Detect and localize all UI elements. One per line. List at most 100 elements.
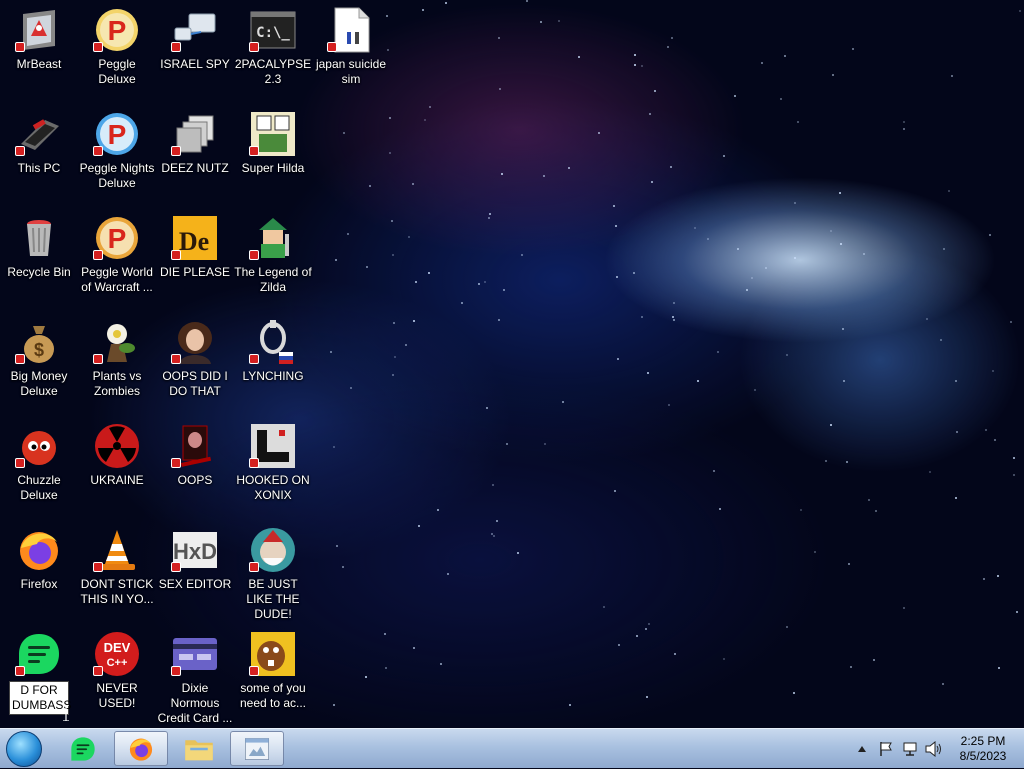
star — [405, 344, 408, 347]
star — [613, 204, 616, 207]
green-chat-icon — [71, 736, 95, 761]
taskbar-button-window[interactable] — [230, 731, 284, 766]
desktop-icon-label: Dixie Normous Credit Card ... — [157, 681, 233, 725]
star — [902, 128, 905, 131]
star — [412, 182, 415, 185]
star — [847, 563, 850, 566]
star — [868, 498, 871, 501]
star — [993, 438, 996, 441]
star — [334, 259, 337, 262]
star — [797, 121, 800, 124]
star — [388, 117, 391, 120]
star — [783, 55, 786, 58]
taskbar-button-explorer[interactable] — [172, 731, 226, 766]
star — [543, 443, 546, 446]
star — [694, 226, 697, 229]
taskbar-button-green-app[interactable] — [56, 731, 110, 766]
svg-text:P: P — [108, 223, 127, 254]
desktop-icon-firefox[interactable]: Firefox — [0, 520, 78, 624]
star — [780, 97, 783, 100]
star — [614, 224, 617, 227]
desktop-icon-vlc[interactable]: DONT STICK THIS IN YO... — [78, 520, 156, 624]
star — [335, 544, 338, 547]
star — [641, 316, 643, 319]
desktop-icon-label: Peggle World of Warcraft ... — [81, 265, 153, 294]
star — [926, 317, 929, 320]
desktop-icon-label: LYNCHING — [242, 369, 304, 383]
star — [746, 289, 749, 292]
desktop-icon-oops[interactable]: OOPS — [156, 416, 234, 520]
desktop-icon-label: BE JUST LIKE THE DUDE! — [246, 577, 300, 621]
taskbar: 2:25 PM 8/5/2023 — [0, 728, 1024, 768]
star — [941, 682, 944, 685]
star — [341, 566, 344, 569]
desktop-icon-super-hilda[interactable]: Super Hilda — [234, 104, 312, 208]
desktop-icon-die-please[interactable]: De DIE PLEASE — [156, 208, 234, 312]
desktop-icon-2pacalypse[interactable]: C:\_ 2PACALYPSE 2.3 — [234, 0, 312, 104]
desktop-icon-lynching[interactable]: LYNCHING — [234, 312, 312, 416]
star — [486, 407, 489, 410]
desktop-icon-deez-nutz[interactable]: DEEZ NUTZ — [156, 104, 234, 208]
taskbar-button-firefox[interactable] — [114, 731, 168, 766]
star — [484, 280, 487, 283]
desktop-icon-peggle-wow[interactable]: P Peggle World of Warcraft ... — [78, 208, 156, 312]
beaver-icon — [249, 630, 297, 678]
start-button[interactable] — [6, 731, 42, 767]
taskbar-clock[interactable]: 2:25 PM 8/5/2023 — [948, 734, 1018, 764]
desktop-icon-label: This PC — [17, 161, 61, 175]
desktop-icon-label: Plants vs Zombies — [92, 369, 142, 398]
desktop-icon-peggle[interactable]: P Peggle Deluxe — [78, 0, 156, 104]
desktop-icon-peggle-nights[interactable]: P Peggle Nights Deluxe — [78, 104, 156, 208]
desktop-icon-label: Peggle Deluxe — [98, 57, 136, 86]
star — [436, 509, 439, 512]
star — [785, 626, 788, 629]
star — [478, 283, 481, 286]
star — [391, 253, 394, 256]
star — [390, 219, 393, 222]
star — [668, 403, 671, 406]
star — [492, 483, 495, 486]
desktop-icon-label-edit[interactable]: D FOR DUMBASS — [9, 681, 71, 715]
volume-icon[interactable] — [925, 740, 943, 758]
show-hidden-icons-arrow-icon[interactable] — [853, 740, 871, 758]
star — [525, 0, 528, 3]
star — [422, 9, 425, 12]
desktop-icon-zilda[interactable]: The Legend of Zilda — [234, 208, 312, 312]
desktop-icon-big-money[interactable]: $ Big Money Deluxe — [0, 312, 78, 416]
desktop-icon-oops-did-i[interactable]: OOPS DID I DO THAT — [156, 312, 234, 416]
action-center-flag-icon[interactable] — [877, 740, 895, 758]
desktop-icon-recycle-bin[interactable]: Recycle Bin — [0, 208, 78, 312]
desktop-icon-xonix[interactable]: HOOKED ON XONIX — [234, 416, 312, 520]
desktop-icon-pvz[interactable]: Plants vs Zombies — [78, 312, 156, 416]
star — [364, 676, 367, 679]
desktop-icon-dixie[interactable]: Dixie Normous Credit Card ... — [156, 624, 234, 728]
desktop-icon-some-of-you[interactable]: some of you need to ac... — [234, 624, 312, 728]
star — [1019, 10, 1022, 13]
network-icon[interactable] — [901, 740, 919, 758]
desktop-icon-label: Recycle Bin — [7, 265, 71, 279]
star — [384, 666, 387, 669]
desktop-icon-ukraine[interactable]: UKRAINE — [78, 416, 156, 520]
desktop-icon-chuzzle[interactable]: Chuzzle Deluxe — [0, 416, 78, 520]
desktop-icon-dude[interactable]: BE JUST LIKE THE DUDE! — [234, 520, 312, 624]
svg-text:HxD: HxD — [173, 539, 217, 564]
star — [984, 428, 987, 431]
star — [838, 192, 841, 195]
star — [996, 575, 999, 578]
desktop-icon-this-pc[interactable]: This PC — [0, 104, 78, 208]
desktop-icon-label: HOOKED ON XONIX — [236, 473, 310, 502]
computer-icon — [15, 110, 63, 158]
star — [633, 54, 636, 57]
star — [415, 280, 418, 283]
desktop-icon-japan[interactable]: japan suicide sim — [312, 0, 390, 104]
desktop-icon-devcpp[interactable]: DEV C++ NEVER USED! — [78, 624, 156, 728]
firefox-icon — [15, 526, 63, 574]
firefox-icon — [129, 738, 153, 761]
star — [903, 607, 906, 610]
desktop-icon-sex-editor[interactable]: HxD SEX EDITOR — [156, 520, 234, 624]
desktop-icon-mrbeast[interactable]: MrBeast — [0, 0, 78, 104]
star — [982, 577, 985, 580]
star — [417, 524, 420, 527]
star — [498, 319, 501, 322]
desktop-icon-israel-spy[interactable]: ISRAEL SPY — [156, 0, 234, 104]
